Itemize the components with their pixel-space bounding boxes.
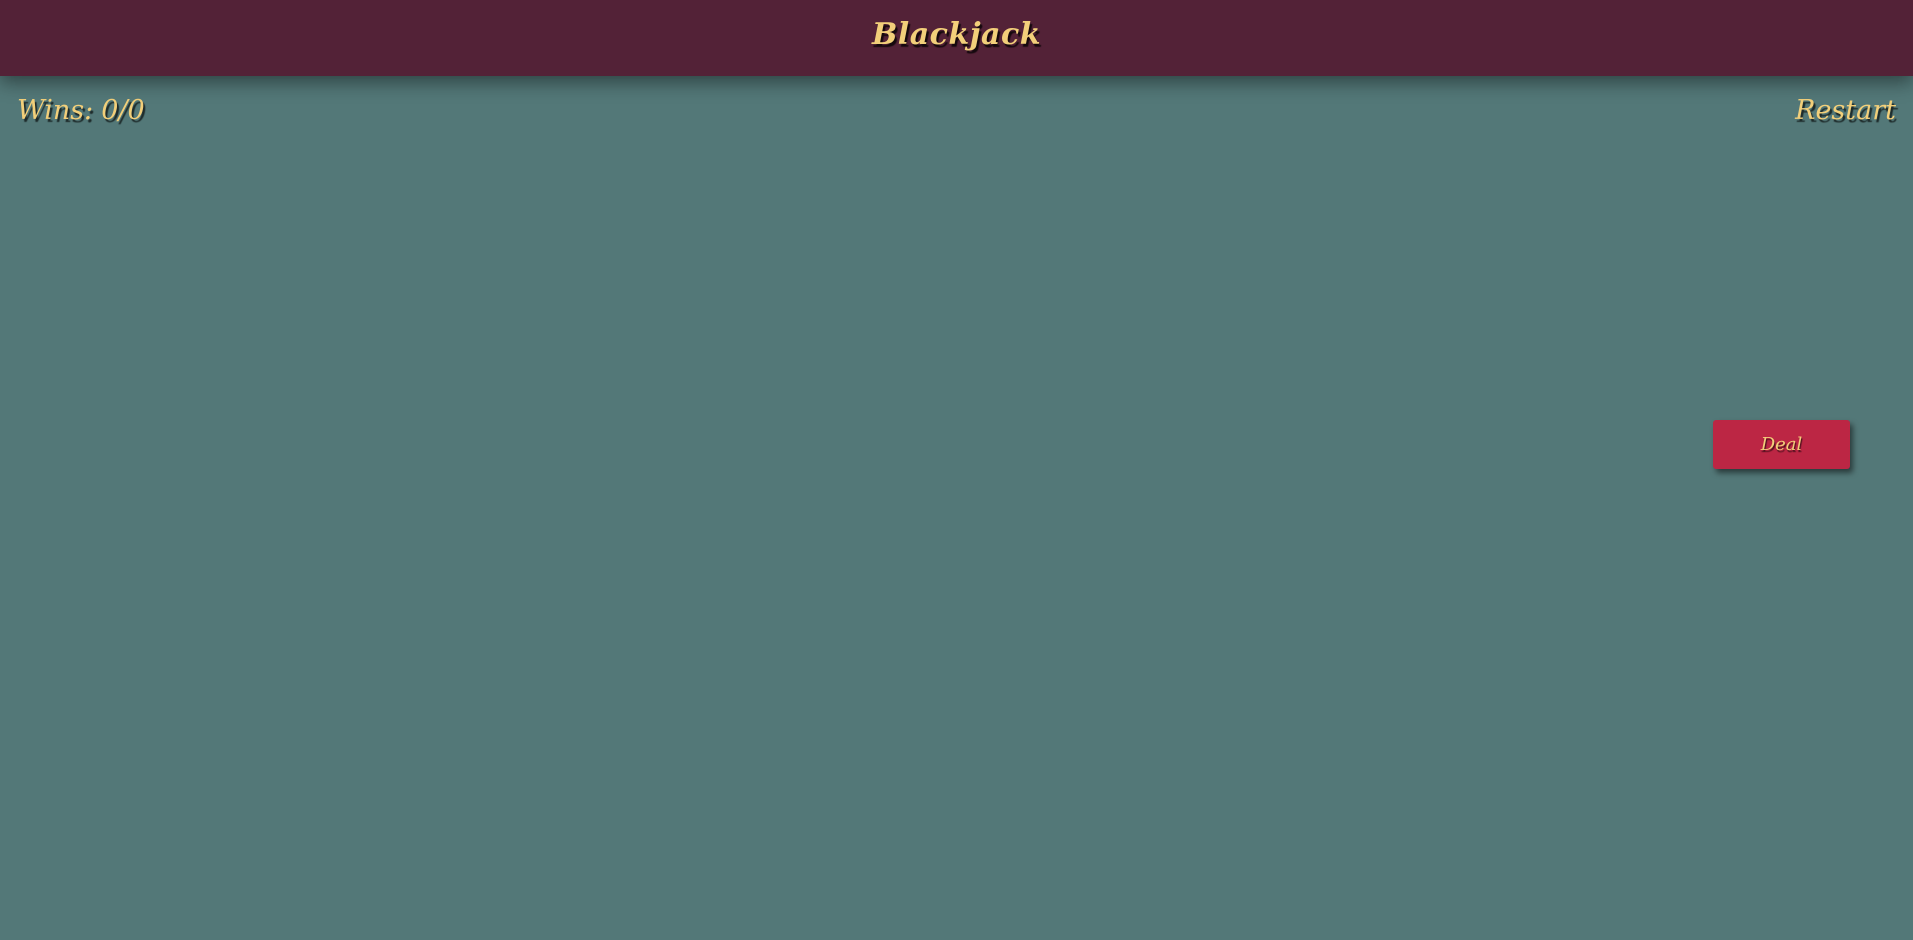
game-title: Blackjack (871, 17, 1042, 52)
restart-button[interactable]: Restart (1795, 95, 1896, 126)
wins-counter: Wins: 0/0 (17, 95, 145, 126)
wins-label: Wins: (17, 95, 94, 126)
wins-value: 0/0 (101, 95, 145, 126)
top-bar: Blackjack (0, 0, 1913, 76)
deal-button[interactable]: Deal (1713, 420, 1850, 469)
